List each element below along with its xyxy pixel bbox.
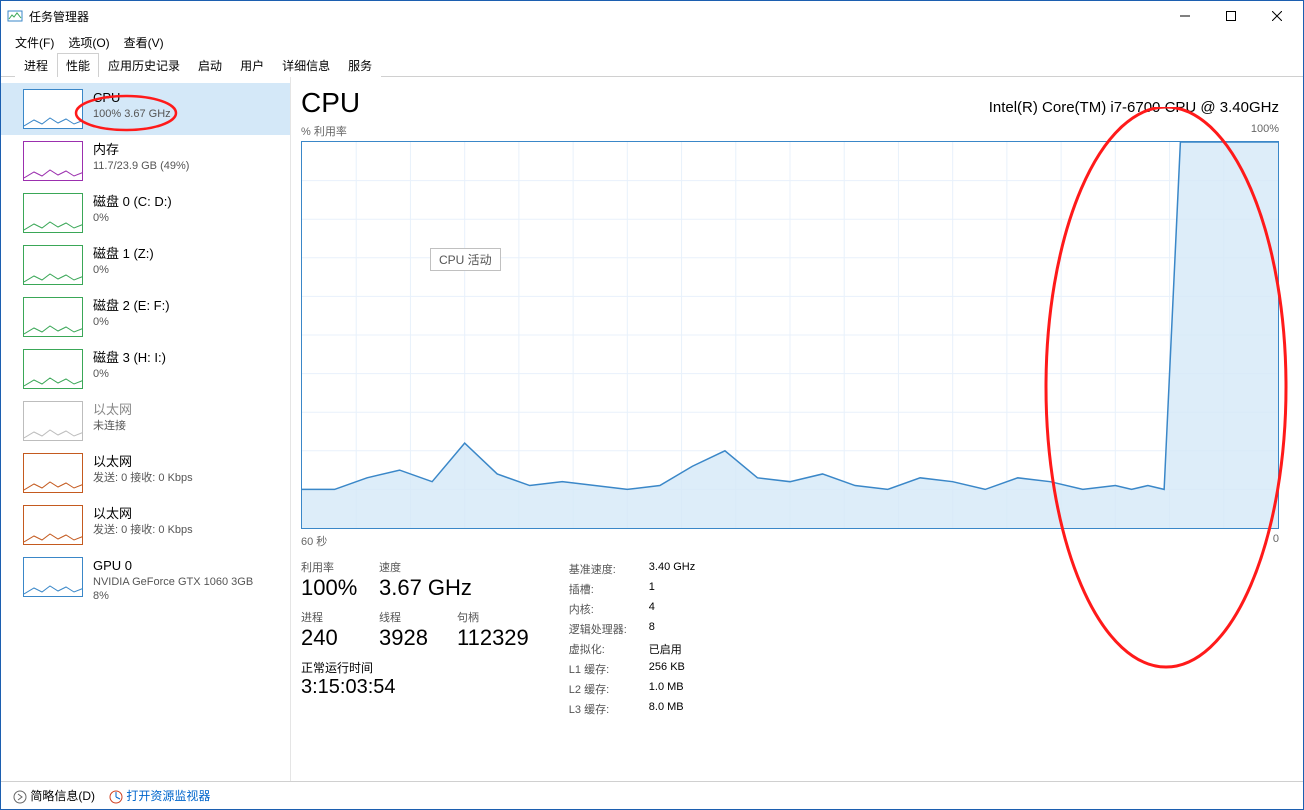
stat-uptime-label: 正常运行时间 — [301, 659, 529, 676]
sidebar-item-sub2: 8% — [93, 589, 253, 604]
sidebar-item-sub: 0% — [93, 263, 154, 278]
sidebar-item-sub: 发送: 0 接收: 0 Kbps — [93, 471, 193, 486]
stat-handle-value: 112329 — [457, 625, 529, 651]
menubar: 文件(F) 选项(O) 查看(V) — [1, 31, 1303, 53]
sidebar-item-disk1[interactable]: 磁盘 1 (Z:) 0% — [1, 239, 290, 291]
stat-util-value: 100% — [301, 575, 361, 601]
titlebar: 任务管理器 — [1, 1, 1303, 31]
sidebar-item-cpu[interactable]: CPU 100% 3.67 GHz — [1, 83, 290, 135]
sidebar-item-sub: NVIDIA GeForce GTX 1060 3GB — [93, 575, 253, 590]
sidebar-item-disk3[interactable]: 磁盘 3 (H: I:) 0% — [1, 343, 290, 395]
sidebar-item-eth0[interactable]: 以太网 未连接 — [1, 395, 290, 447]
stat-thread-value: 3928 — [379, 625, 439, 651]
maximize-button[interactable] — [1211, 1, 1257, 31]
window-title: 任务管理器 — [29, 8, 89, 25]
chart-ymax: 100% — [1251, 123, 1279, 139]
tab-3[interactable]: 启动 — [189, 53, 231, 77]
resmon-icon — [109, 790, 123, 804]
stat-handle-label: 句柄 — [457, 609, 529, 625]
tab-6[interactable]: 服务 — [339, 53, 381, 77]
sidebar-item-sub: 11.7/23.9 GB (49%) — [93, 159, 189, 174]
sidebar-item-title: GPU 0 — [93, 557, 253, 575]
chart-ylabel: % 利用率 — [301, 123, 347, 139]
sidebar-item-eth1[interactable]: 以太网 发送: 0 接收: 0 Kbps — [1, 447, 290, 499]
close-button[interactable] — [1257, 1, 1303, 31]
sidebar-item-title: 内存 — [93, 141, 189, 159]
stat-uptime-value: 3:15:03:54 — [301, 676, 529, 699]
sidebar-item-sub: 0% — [93, 211, 172, 226]
tabstrip: 进程性能应用历史记录启动用户详细信息服务 — [1, 53, 1303, 77]
sidebar-item-eth2[interactable]: 以太网 发送: 0 接收: 0 Kbps — [1, 499, 290, 551]
cpu-model: Intel(R) Core(TM) i7-6700 CPU @ 3.40GHz — [989, 99, 1279, 116]
sidebar-item-sub: 发送: 0 接收: 0 Kbps — [93, 523, 193, 538]
open-resmon-link[interactable]: 打开资源监视器 — [109, 787, 210, 804]
sidebar-item-sub: 0% — [93, 315, 170, 330]
page-title: CPU — [301, 87, 360, 119]
sidebar-item-title: CPU — [93, 89, 171, 107]
stat-util-label: 利用率 — [301, 559, 361, 575]
chart-xmin: 0 — [1273, 533, 1279, 549]
chart-xmax: 60 秒 — [301, 533, 327, 549]
stat-proc-label: 进程 — [301, 609, 361, 625]
sidebar-item-title: 磁盘 3 (H: I:) — [93, 349, 166, 367]
tab-4[interactable]: 用户 — [231, 53, 273, 77]
sidebar-item-title: 磁盘 2 (E: F:) — [93, 297, 170, 315]
tab-5[interactable]: 详细信息 — [273, 53, 339, 77]
menu-file[interactable]: 文件(F) — [15, 34, 54, 51]
menu-view[interactable]: 查看(V) — [124, 34, 164, 51]
sidebar-item-title: 磁盘 0 (C: D:) — [93, 193, 172, 211]
stat-speed-label: 速度 — [379, 559, 472, 575]
sidebar-item-disk0[interactable]: 磁盘 0 (C: D:) 0% — [1, 187, 290, 239]
footer: 简略信息(D) 打开资源监视器 — [1, 781, 1303, 809]
sidebar-item-gpu0[interactable]: GPU 0 NVIDIA GeForce GTX 1060 3GB8% — [1, 551, 290, 610]
sidebar-item-mem[interactable]: 内存 11.7/23.9 GB (49%) — [1, 135, 290, 187]
main-panel: CPU Intel(R) Core(TM) i7-6700 CPU @ 3.40… — [291, 77, 1303, 781]
tab-2[interactable]: 应用历史记录 — [99, 53, 189, 77]
minimize-button[interactable] — [1165, 1, 1211, 31]
cpu-chart[interactable]: CPU 活动 — [301, 141, 1279, 529]
app-icon — [7, 8, 23, 24]
tab-0[interactable]: 进程 — [15, 53, 57, 77]
stat-speed-value: 3.67 GHz — [379, 575, 472, 601]
sidebar-item-sub: 未连接 — [93, 419, 132, 434]
sidebar[interactable]: CPU 100% 3.67 GHz内存 11.7/23.9 GB (49%)磁盘… — [1, 77, 291, 781]
stat-thread-label: 线程 — [379, 609, 439, 625]
sidebar-item-disk2[interactable]: 磁盘 2 (E: F:) 0% — [1, 291, 290, 343]
tab-1[interactable]: 性能 — [57, 53, 99, 77]
sidebar-item-title: 以太网 — [93, 505, 193, 523]
cpu-spec-table: 基准速度:3.40 GHz插槽:1内核:4逻辑处理器:8虚拟化:已启用L1 缓存… — [569, 561, 695, 717]
sidebar-item-sub: 0% — [93, 367, 166, 382]
stat-proc-value: 240 — [301, 625, 361, 651]
sidebar-item-title: 以太网 — [93, 453, 193, 471]
sidebar-item-title: 磁盘 1 (Z:) — [93, 245, 154, 263]
chart-tooltip: CPU 活动 — [430, 248, 501, 271]
sidebar-item-sub: 100% 3.67 GHz — [93, 107, 171, 122]
fewer-details-button[interactable]: 简略信息(D) — [13, 787, 95, 804]
sidebar-item-title: 以太网 — [93, 401, 132, 419]
menu-options[interactable]: 选项(O) — [68, 34, 109, 51]
